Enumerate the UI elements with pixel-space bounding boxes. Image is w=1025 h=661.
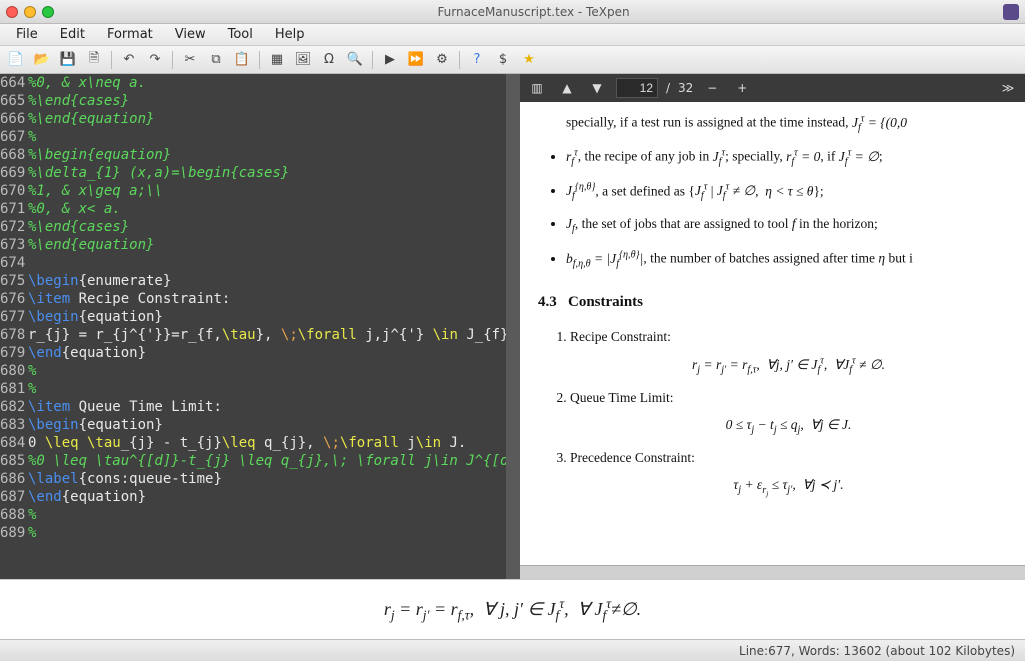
copy-button[interactable]: ⧉ xyxy=(204,49,228,71)
window-title: FurnaceManuscript.tex - TeXpen xyxy=(64,5,1003,19)
redo-button[interactable]: ↷ xyxy=(143,49,167,71)
save-button[interactable]: 💾 xyxy=(56,49,80,71)
menu-edit[interactable]: Edit xyxy=(50,25,95,44)
pdf-horizontal-scrollbar[interactable] xyxy=(520,565,1025,579)
status-text: Line:677, Words: 13602 (about 102 Kiloby… xyxy=(739,644,1015,658)
titlebar: FurnaceManuscript.tex - TeXpen xyxy=(0,0,1025,24)
pdf-zoom-out-button[interactable]: − xyxy=(701,77,723,99)
status-bar: Line:677, Words: 13602 (about 102 Kiloby… xyxy=(0,639,1025,661)
pdf-next-page-button[interactable]: ▼ xyxy=(586,77,608,99)
forward-button[interactable]: ⏩ xyxy=(404,49,428,71)
pdf-sidebar-toggle[interactable]: ▥ xyxy=(526,77,548,99)
bookmark-button[interactable]: ★ xyxy=(517,49,541,71)
menu-view[interactable]: View xyxy=(165,25,216,44)
content-area: 664%0, & x\neq a.665%\end{cases}666%\end… xyxy=(0,74,1025,579)
sync-button[interactable]: $ xyxy=(491,49,515,71)
toolbar: 📄 📂 💾 🗎 ↶ ↷ ✂ ⧉ 📋 ▦ 🖼 Ω 🔍 ▶ ⏩ ⚙ ? $ ★ xyxy=(0,46,1025,74)
toolbar-separator xyxy=(372,51,373,69)
cut-button[interactable]: ✂ xyxy=(178,49,202,71)
menu-help[interactable]: Help xyxy=(265,25,315,44)
pdf-total-pages: 32 xyxy=(678,81,693,95)
toolbar-separator xyxy=(111,51,112,69)
find-button[interactable]: 🔍 xyxy=(343,49,367,71)
source-editor[interactable]: 664%0, & x\neq a.665%\end{cases}666%\end… xyxy=(0,74,520,579)
pdf-prev-page-button[interactable]: ▲ xyxy=(556,77,578,99)
compile-button[interactable]: ⚙ xyxy=(430,49,454,71)
pdf-page-view[interactable]: specially, if a test run is assigned at … xyxy=(520,102,1025,565)
help-button[interactable]: ? xyxy=(465,49,489,71)
equation-preview-bar: rj = rj′ = rf,τ, ∀ j, j′ ∈ Jfτ, ∀ Jfτ≠∅. xyxy=(0,579,1025,639)
menu-format[interactable]: Format xyxy=(97,25,163,44)
run-button[interactable]: ▶ xyxy=(378,49,402,71)
pdf-tools-menu[interactable]: ≫ xyxy=(997,77,1019,99)
toolbar-separator xyxy=(172,51,173,69)
menubar: File Edit Format View Tool Help xyxy=(0,24,1025,46)
editor-scrollbar[interactable] xyxy=(506,74,520,579)
insert-table-button[interactable]: ▦ xyxy=(265,49,289,71)
open-file-button[interactable]: 📂 xyxy=(30,49,54,71)
save-as-button[interactable]: 🗎 xyxy=(82,49,106,71)
pdf-section-heading: 4.3 Constraints xyxy=(538,290,1007,316)
app-icon xyxy=(1003,4,1019,20)
window-controls xyxy=(6,6,54,18)
pdf-bullet-list: rfτ, the recipe of any job in Jfτ; speci… xyxy=(566,144,1007,272)
menu-file[interactable]: File xyxy=(6,25,48,44)
pdf-toolbar: ▥ ▲ ▼ / 32 − + ≫ xyxy=(520,74,1025,102)
pdf-zoom-in-button[interactable]: + xyxy=(731,77,753,99)
equation-preview-text: rj = rj′ = rf,τ, ∀ j, j′ ∈ Jfτ, ∀ Jfτ≠∅. xyxy=(384,596,641,624)
minimize-window-button[interactable] xyxy=(24,6,36,18)
undo-button[interactable]: ↶ xyxy=(117,49,141,71)
close-window-button[interactable] xyxy=(6,6,18,18)
paste-button[interactable]: 📋 xyxy=(230,49,254,71)
maximize-window-button[interactable] xyxy=(42,6,54,18)
new-file-button[interactable]: 📄 xyxy=(4,49,28,71)
pdf-constraints-list: Recipe Constraint: rj = rj′ = rf,τ, ∀j, … xyxy=(570,326,1007,501)
pdf-text: specially, if a test run is assigned at … xyxy=(538,110,1007,136)
toolbar-separator xyxy=(259,51,260,69)
insert-image-button[interactable]: 🖼 xyxy=(291,49,315,71)
menu-tool[interactable]: Tool xyxy=(218,25,263,44)
pdf-page-sep: / xyxy=(666,81,670,95)
pdf-preview-panel: ▥ ▲ ▼ / 32 − + ≫ specially, if a test ru… xyxy=(520,74,1025,579)
pdf-page-input[interactable] xyxy=(616,78,658,98)
toolbar-separator xyxy=(459,51,460,69)
insert-symbol-button[interactable]: Ω xyxy=(317,49,341,71)
